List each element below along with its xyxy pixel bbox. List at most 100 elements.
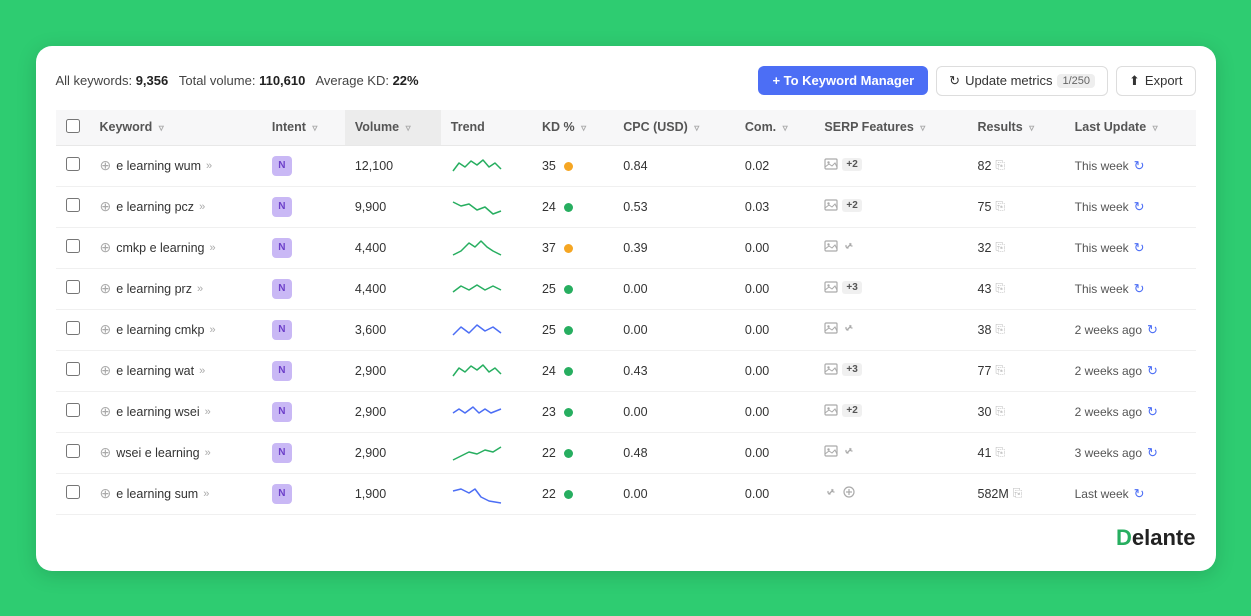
keyword-link[interactable]: ⊕ e learning wum » (100, 157, 252, 174)
intent-badge: N (272, 361, 292, 381)
keyword-link[interactable]: ⊕ e learning wat » (100, 362, 252, 379)
cpc-value: 0.43 (623, 364, 647, 378)
keyword-manager-button[interactable]: + To Keyword Manager (758, 66, 928, 95)
row-refresh-icon[interactable]: ↻ (1134, 240, 1145, 256)
col-trend[interactable]: Trend (441, 110, 532, 146)
select-all-checkbox[interactable] (66, 119, 80, 133)
row-refresh-icon[interactable]: ↻ (1147, 322, 1158, 338)
col-volume[interactable]: Volume ▿ (345, 110, 441, 146)
intent-badge: N (272, 402, 292, 422)
keyword-cell: ⊕ e learning pcz » (90, 186, 262, 227)
results-copy-icon[interactable]: ⎘ (995, 322, 1005, 337)
results-cell: 41 ⎘ (968, 432, 1065, 473)
results-copy-icon[interactable]: ⎘ (995, 404, 1005, 419)
row-checkbox[interactable] (66, 321, 80, 335)
col-intent[interactable]: Intent ▿ (262, 110, 345, 146)
keyword-expand-icon: ⊕ (100, 280, 112, 297)
keyword-arrow-icon: » (206, 160, 212, 172)
row-refresh-icon[interactable]: ↻ (1134, 281, 1145, 297)
serp-plus-badge: +2 (842, 404, 861, 417)
serp-features: +2 (824, 198, 861, 212)
keyword-link[interactable]: ⊕ e learning prz » (100, 280, 252, 297)
row-checkbox[interactable] (66, 444, 80, 458)
cpc-cell: 0.00 (613, 268, 735, 309)
keyword-link[interactable]: ⊕ e learning sum » (100, 485, 252, 502)
com-cell: 0.03 (735, 186, 814, 227)
results-copy-icon[interactable]: ⎘ (995, 281, 1005, 296)
keyword-link[interactable]: ⊕ e learning wsei » (100, 403, 252, 420)
row-checkbox[interactable] (66, 157, 80, 171)
keyword-arrow-icon: » (197, 283, 203, 295)
last-update-cell: This week ↻ (1065, 145, 1196, 186)
row-refresh-icon[interactable]: ↻ (1134, 199, 1145, 215)
row-refresh-icon[interactable]: ↻ (1134, 158, 1145, 174)
kd-cell: 23 (532, 391, 613, 432)
results-cell: 38 ⎘ (968, 309, 1065, 350)
row-refresh-icon[interactable]: ↻ (1147, 363, 1158, 379)
com-cell: 0.00 (735, 309, 814, 350)
volume-value: 2,900 (355, 364, 386, 378)
row-checkbox[interactable] (66, 485, 80, 499)
table-row: ⊕ wsei e learning » N 2,900 22 0.48 0.00 (56, 432, 1196, 473)
export-button[interactable]: ⬆ Export (1116, 66, 1195, 96)
row-checkbox[interactable] (66, 239, 80, 253)
col-results[interactable]: Results ▿ (968, 110, 1065, 146)
volume-cell: 1,900 (345, 473, 441, 514)
keyword-text: e learning pcz (116, 200, 194, 214)
trend-chart (451, 278, 503, 300)
serp-cell: +2 (814, 186, 967, 227)
keyword-link[interactable]: ⊕ cmkp e learning » (100, 239, 252, 256)
keyword-arrow-icon: » (209, 242, 215, 254)
results-cell: 43 ⎘ (968, 268, 1065, 309)
keyword-link[interactable]: ⊕ e learning cmkp » (100, 321, 252, 338)
kd-value: 23 (542, 405, 556, 419)
results-copy-icon[interactable]: ⎘ (995, 199, 1005, 214)
row-refresh-icon[interactable]: ↻ (1147, 404, 1158, 420)
trend-chart (451, 319, 503, 341)
last-update-value: 2 weeks ago (1075, 364, 1142, 378)
col-com[interactable]: Com. ▿ (735, 110, 814, 146)
serp-plus-badge: +3 (842, 363, 861, 376)
trend-cell (441, 309, 532, 350)
col-serp[interactable]: SERP Features ▿ (814, 110, 967, 146)
results-copy-icon[interactable]: ⎘ (995, 240, 1005, 255)
col-kd[interactable]: KD % ▿ (532, 110, 613, 146)
results-copy-icon[interactable]: ⎘ (1013, 486, 1023, 501)
update-metrics-button[interactable]: ↻ Update metrics 1/250 (936, 66, 1108, 96)
results-copy-icon[interactable]: ⎘ (995, 363, 1005, 378)
row-refresh-icon[interactable]: ↻ (1134, 486, 1145, 502)
header-stats: All keywords: 9,356 Total volume: 110,61… (56, 73, 419, 88)
row-checkbox[interactable] (66, 362, 80, 376)
last-update-cell: 2 weeks ago ↻ (1065, 350, 1196, 391)
results-copy-icon[interactable]: ⎘ (995, 445, 1005, 460)
volume-value: 9,900 (355, 200, 386, 214)
serp-features: +3 (824, 362, 861, 376)
serp-cell: +2 (814, 145, 967, 186)
table-row: ⊕ e learning sum » N 1,900 22 0.00 0.00 (56, 473, 1196, 514)
intent-cell: N (262, 391, 345, 432)
results-copy-icon[interactable]: ⎘ (995, 158, 1005, 173)
keyword-link[interactable]: ⊕ e learning pcz » (100, 198, 252, 215)
kd-dot (564, 408, 573, 417)
kd-value: 22 (542, 446, 556, 460)
row-checkbox[interactable] (66, 198, 80, 212)
volume-cell: 4,400 (345, 268, 441, 309)
kd-cell: 25 (532, 309, 613, 350)
row-checkbox[interactable] (66, 280, 80, 294)
intent-badge: N (272, 484, 292, 504)
kd-value: 25 (542, 323, 556, 337)
col-last-update[interactable]: Last Update ▿ (1065, 110, 1196, 146)
cpc-cell: 0.00 (613, 309, 735, 350)
kd-dot (564, 203, 573, 212)
row-checkbox[interactable] (66, 403, 80, 417)
keyword-arrow-icon: » (199, 365, 205, 377)
row-checkbox-cell (56, 350, 90, 391)
com-cell: 0.00 (735, 391, 814, 432)
trend-cell (441, 268, 532, 309)
keyword-link[interactable]: ⊕ wsei e learning » (100, 444, 252, 461)
intent-badge: N (272, 320, 292, 340)
keyword-expand-icon: ⊕ (100, 239, 112, 256)
row-refresh-icon[interactable]: ↻ (1147, 445, 1158, 461)
col-keyword[interactable]: Keyword ▿ (90, 110, 262, 146)
col-cpc[interactable]: CPC (USD) ▿ (613, 110, 735, 146)
